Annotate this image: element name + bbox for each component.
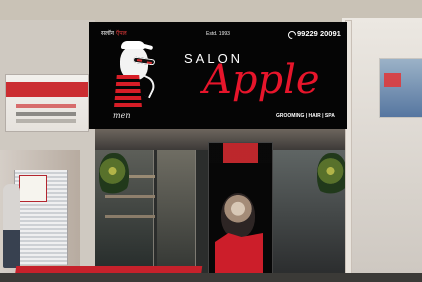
left-shop-sign xyxy=(5,74,89,132)
right-shop-sign xyxy=(379,58,422,118)
phone-number-text: 99229 20091 xyxy=(297,29,341,38)
marathi-subbrand: सलॉन ऍपल xyxy=(101,29,141,39)
left-poster xyxy=(19,175,47,202)
established-text: Estd. 1993 xyxy=(206,31,230,37)
hanging-plant-left xyxy=(99,153,129,198)
left-sign-red-band xyxy=(6,82,88,97)
hanging-plant-right xyxy=(317,153,345,198)
apple-brand-name: Apple xyxy=(203,57,320,103)
salon-apple-sign: सलॉन ऍपल Estd. 1993 99229 20091 men SALO… xyxy=(89,22,347,129)
salon-entrance xyxy=(95,128,345,282)
mascot-hat xyxy=(121,41,145,49)
center-glass-window xyxy=(157,150,196,274)
mascot-tagline: men xyxy=(113,111,131,120)
banner-face-image xyxy=(221,193,255,238)
right-sign-red-graphic xyxy=(384,73,401,87)
left-sign-lines xyxy=(16,104,76,108)
subbrand-suffix: ऍपल xyxy=(115,30,127,37)
salon-storefront-photo: सलॉन ऍपल Estd. 1993 99229 20091 men SALO… xyxy=(0,0,422,282)
subbrand-prefix: सलॉन xyxy=(101,30,115,37)
phone-number: 99229 20091 xyxy=(287,28,341,39)
person-at-left-edge xyxy=(3,184,20,268)
promotional-standing-banner xyxy=(208,142,273,282)
floor xyxy=(0,273,422,282)
banner-top-graphic xyxy=(209,143,272,163)
mascot-icon xyxy=(108,41,159,108)
services-list: GROOMING | HAIR | SPA xyxy=(276,113,335,119)
